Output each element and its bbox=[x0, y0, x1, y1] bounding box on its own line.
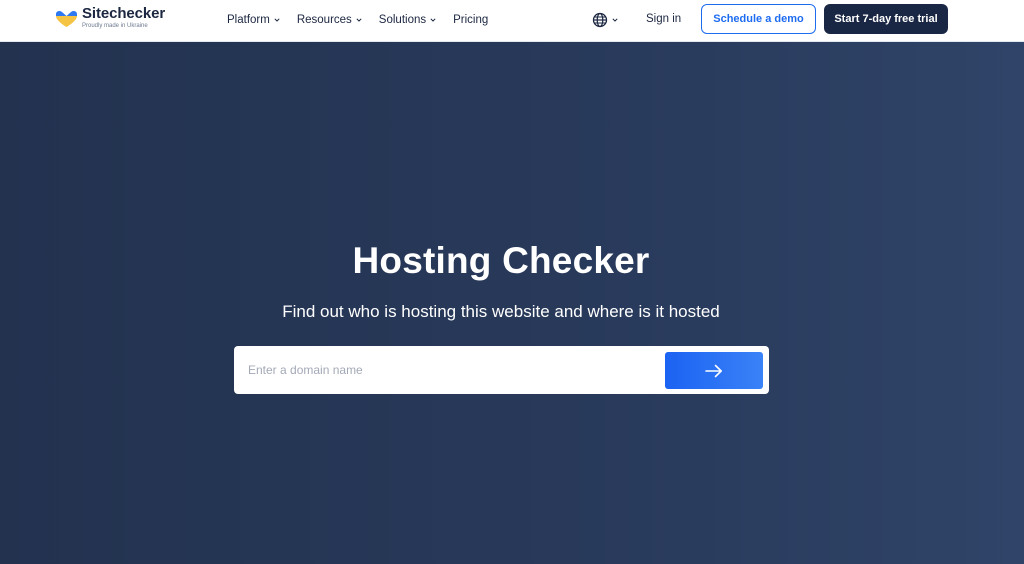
chevron-down-icon bbox=[612, 18, 618, 22]
chevron-down-icon bbox=[430, 18, 436, 22]
globe-icon bbox=[592, 12, 608, 28]
hero-section: Hosting Checker Find out who is hosting … bbox=[0, 42, 1024, 564]
nav-item-solutions[interactable]: Solutions bbox=[379, 14, 436, 26]
page-subtitle: Find out who is hosting this website and… bbox=[282, 302, 720, 321]
brand-name: Sitechecker bbox=[82, 5, 166, 22]
nav-item-platform[interactable]: Platform bbox=[227, 14, 280, 26]
page-title: Hosting Checker bbox=[352, 240, 650, 281]
chevron-down-icon bbox=[356, 18, 362, 22]
nav-item-label: Pricing bbox=[453, 14, 489, 26]
arrow-right-icon bbox=[705, 364, 722, 377]
sitechecker-logo[interactable]: Sitechecker Proudly made in Ukraine bbox=[55, 6, 165, 36]
domain-input[interactable] bbox=[248, 354, 648, 386]
nav-item-label: Solutions bbox=[378, 14, 427, 26]
domain-search-form bbox=[234, 346, 769, 394]
heart-logo-icon bbox=[56, 10, 77, 27]
nav-item-label: Platform bbox=[227, 14, 270, 26]
start-trial-button[interactable]: Start 7-day free trial bbox=[824, 4, 948, 34]
nav-item-label: Resources bbox=[296, 14, 352, 26]
main-nav: Platform Resources Solutions Pricing bbox=[227, 0, 488, 40]
schedule-demo-button[interactable]: Schedule a demo bbox=[701, 4, 816, 34]
language-selector[interactable] bbox=[592, 11, 618, 29]
check-submit-button[interactable] bbox=[665, 352, 763, 389]
nav-item-pricing[interactable]: Pricing bbox=[453, 14, 488, 26]
top-navigation-bar: Sitechecker Proudly made in Ukraine Plat… bbox=[0, 0, 1024, 42]
sign-in-link[interactable]: Sign in bbox=[646, 13, 681, 25]
chevron-down-icon bbox=[274, 18, 280, 22]
nav-item-resources[interactable]: Resources bbox=[297, 14, 362, 26]
brand-tagline: Proudly made in Ukraine bbox=[82, 23, 148, 29]
